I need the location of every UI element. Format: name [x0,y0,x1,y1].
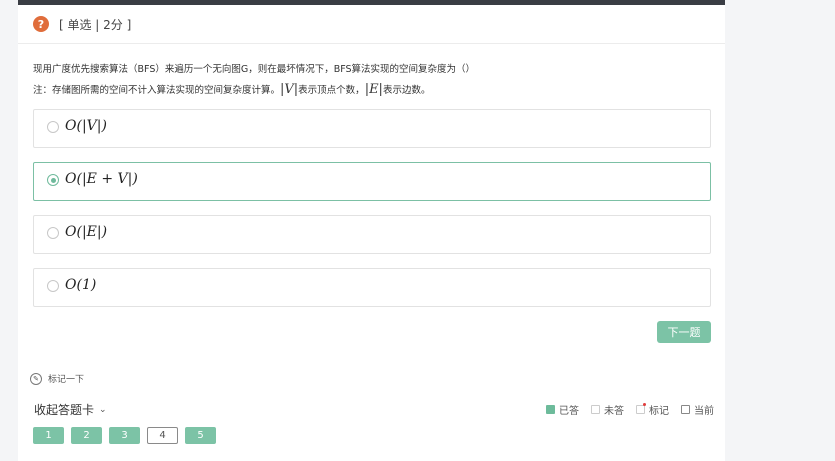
question-text: 现用广度优先搜索算法（BFS）来遍历一个无向图G，则在最坏情况下，BFS算法实现… [33,64,476,75]
next-question-button[interactable]: 下一题 [657,321,711,343]
note-e-symbol: |E| [364,82,383,97]
question-mark-icon: ? [33,16,49,32]
note-e-text: 表示边数。 [382,85,431,96]
question-type-label: [ 单选 | 2分 ] [59,18,132,32]
question-number-button[interactable]: 1 [33,427,64,444]
question-stem: 现用广度优先搜索算法（BFS）来遍历一个无向图G，则在最坏情况下，BFS算法实现… [33,60,713,101]
radio-icon[interactable] [47,227,59,239]
compass-icon: ✎ [30,372,42,385]
radio-icon[interactable] [47,121,59,133]
question-number-button-current[interactable]: 4 [147,427,178,444]
option-label: O(|E|) [65,224,108,240]
answer-legend: 已答 未答 标记 当前 [546,402,714,417]
answer-card-numbers: 1 2 3 4 5 [33,427,216,444]
mark-label: 标记一下 [48,375,85,385]
radio-icon[interactable] [47,280,59,292]
legend-flagged-label: 标记 [649,406,669,417]
legend-answered-label: 已答 [559,406,579,417]
radio-selected-icon[interactable] [47,174,59,186]
current-swatch-icon [681,405,690,414]
collapse-answer-card[interactable]: 收起答题卡 ⌄ [34,401,107,418]
option-a[interactable]: O(|V|) [33,109,711,148]
option-d[interactable]: O(1) [33,268,711,307]
collapse-label: 收起答题卡 [34,403,95,417]
note-prefix: 注：存储图所需的空间不计入算法实现的空间复杂度计算。 [33,85,281,96]
unanswered-swatch-icon [591,405,600,414]
question-card: ? [ 单选 | 2分 ] 现用广度优先搜索算法（BFS）来遍历一个无向图G，则… [18,5,725,461]
note-v-symbol: |V| [280,82,299,97]
answered-swatch-icon [546,405,555,414]
option-label: O(|V|) [65,118,107,134]
option-label: O(|E + V|) [65,171,138,187]
question-number-button[interactable]: 5 [185,427,216,444]
legend-unanswered: 未答 [591,402,624,417]
question-number-button[interactable]: 3 [109,427,140,444]
option-b[interactable]: O(|E + V|) [33,162,711,201]
question-header: ? [ 单选 | 2分 ] [18,5,725,44]
mark-question[interactable]: ✎ 标记一下 [30,372,84,385]
legend-unanswered-label: 未答 [604,406,624,417]
legend-flagged: 标记 [636,402,669,417]
option-label: O(1) [65,277,97,293]
question-number-button[interactable]: 2 [71,427,102,444]
question-note: 注：存储图所需的空间不计入算法实现的空间复杂度计算。|V|表示顶点个数，|E|表… [33,80,713,101]
flagged-swatch-icon [636,403,646,414]
legend-current: 当前 [681,402,714,417]
legend-current-label: 当前 [694,406,714,417]
note-v-text: 表示顶点个数， [298,85,365,96]
chevron-down-icon: ⌄ [99,404,107,415]
option-c[interactable]: O(|E|) [33,215,711,254]
legend-answered: 已答 [546,402,579,417]
